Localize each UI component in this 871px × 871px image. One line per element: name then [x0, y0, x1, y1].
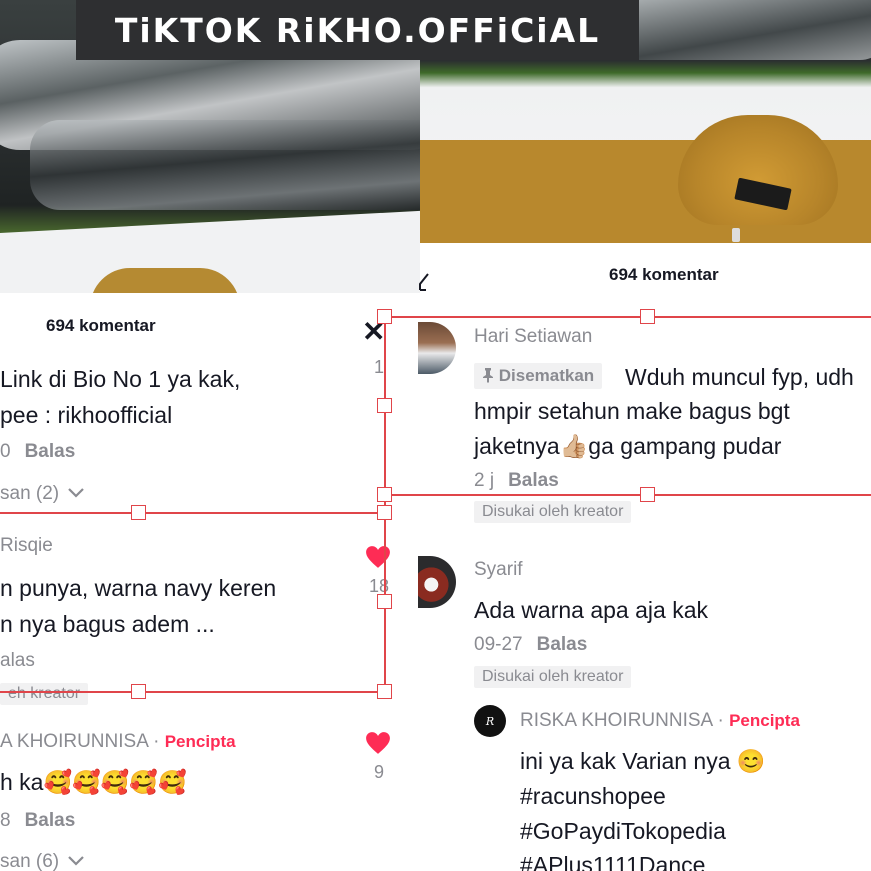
comment-meta: 2 j Balas	[474, 470, 559, 492]
comment-text: jaketnya👍🏼ga gampang pudar	[474, 433, 782, 459]
resize-handle[interactable]	[131, 684, 146, 699]
chevron-down-icon	[68, 488, 85, 498]
commenter-name[interactable]: Risqie	[0, 535, 53, 557]
view-replies-button[interactable]: san (2)	[0, 483, 85, 505]
comment-time: 09-27	[474, 634, 523, 655]
liked-by-creator-chip: Disukai oleh kreator	[474, 501, 632, 523]
comment-time: 2 j	[474, 470, 495, 491]
resize-handle[interactable]	[377, 684, 392, 699]
like-count: 9	[373, 762, 384, 782]
comment-text: Wduh muncul fyp, udh	[625, 364, 854, 390]
commenter-name[interactable]: Hari Setiawan	[474, 326, 592, 348]
resize-handle[interactable]	[377, 487, 392, 502]
comment-meta: 0 Balas	[0, 441, 75, 463]
comment-text: pee : rikhoofficial	[0, 402, 173, 428]
heart-icon[interactable]	[365, 545, 391, 569]
banner-text: TiKTOK RiKHO.OFFiCiAL	[114, 10, 601, 50]
selection-edge	[384, 494, 871, 496]
reply-button[interactable]: Balas	[25, 441, 76, 462]
comment-text: Ada warna apa aja kak	[474, 597, 708, 623]
commenter-name[interactable]: A KHOIRUNNISA · Pencipta	[0, 731, 236, 753]
selection-edge	[384, 316, 386, 692]
liked-by-creator-chip: Disukai oleh kreator	[474, 666, 632, 688]
selection-edge	[0, 512, 385, 514]
comment-count-right: 694 komentar	[609, 265, 719, 284]
view-replies-label: san (6)	[0, 851, 60, 871]
hashtag-link[interactable]: #GoPaydiTokopedia	[520, 818, 726, 845]
selection-edge	[384, 316, 871, 318]
pinned-label: Disematkan	[498, 366, 595, 385]
resize-handle[interactable]	[131, 505, 146, 520]
avatar[interactable]	[418, 322, 456, 374]
resize-handle[interactable]	[377, 309, 392, 324]
selection-edge	[0, 691, 385, 693]
pinned-chip: Disematkan	[474, 363, 603, 389]
chevron-down-icon	[68, 856, 85, 866]
hashtag-link[interactable]: #APlus1111Dance	[520, 852, 705, 871]
comment-meta: 8 Balas	[0, 810, 75, 832]
resize-handle[interactable]	[377, 505, 392, 520]
like-count: 1	[373, 357, 384, 377]
view-replies-label: san (2)	[0, 483, 60, 504]
watermark-banner: TiKTOK RiKHO.OFFiCiAL	[76, 0, 639, 60]
resize-handle[interactable]	[377, 594, 392, 609]
comment-text: Link di Bio No 1 ya kak,	[0, 366, 241, 392]
commenter-name[interactable]: Syarif	[474, 559, 523, 581]
comment-text: h ka🥰🥰🥰🥰🥰	[0, 769, 187, 795]
reply-button[interactable]: Balas	[537, 634, 588, 655]
comment-meta: 09-27 Balas	[474, 634, 587, 656]
comment-text: n punya, warna navy keren	[0, 575, 277, 601]
reply-button[interactable]: Balas	[508, 470, 559, 491]
reply-button[interactable]: Balas	[25, 810, 76, 831]
comment-text: n nya bagus adem ...	[0, 611, 215, 637]
resize-handle[interactable]	[640, 487, 655, 502]
avatar[interactable]: R	[474, 705, 506, 737]
commenter-name-text: A KHOIRUNNISA	[0, 731, 148, 752]
reply-button[interactable]: alas	[0, 650, 35, 672]
resize-handle[interactable]	[377, 398, 392, 413]
edit-icon[interactable]	[418, 270, 430, 292]
view-replies-button[interactable]: san (6)	[0, 851, 85, 871]
commenter-name-text: RISKA KHOIRUNNISA	[520, 710, 713, 731]
avatar[interactable]	[418, 556, 456, 608]
liked-by-creator-chip: eh kreator	[0, 683, 89, 705]
heart-icon[interactable]	[365, 731, 391, 755]
comment-count-left: 694 komentar	[46, 316, 156, 335]
resize-handle[interactable]	[640, 309, 655, 324]
pin-icon	[483, 368, 493, 383]
comment-time: 0	[0, 441, 11, 462]
comment-text: ini ya kak Varian nya 😊	[520, 748, 766, 774]
creator-badge: Pencipta	[729, 711, 800, 730]
comment-time: 8	[0, 810, 11, 831]
creator-badge: Pencipta	[164, 732, 236, 751]
commenter-name[interactable]: RISKA KHOIRUNNISA · Pencipta	[520, 710, 800, 732]
comment-text: hmpir setahun make bagus bgt	[474, 398, 790, 424]
hashtag-link[interactable]: #racunshopee	[520, 783, 666, 810]
